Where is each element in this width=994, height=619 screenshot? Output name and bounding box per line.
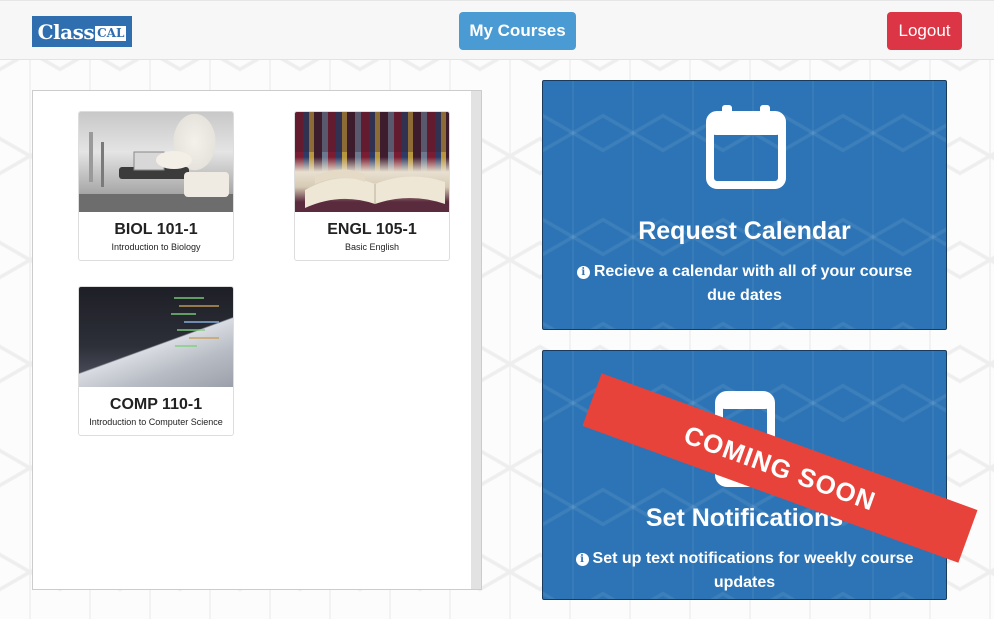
logo-box-text: CAL <box>95 25 127 41</box>
course-image-laptop <box>79 287 233 387</box>
course-list-panel: BIOL 101-1 Introduction to Biology ENGL … <box>32 90 482 590</box>
course-card-comp[interactable]: COMP 110-1 Introduction to Computer Scie… <box>78 286 234 436</box>
request-calendar-title: Request Calendar <box>638 217 851 245</box>
set-notifications-description-text: Set up text notifications for weekly cou… <box>592 550 914 591</box>
logout-button[interactable]: Logout <box>887 12 962 50</box>
course-image-laboratory <box>79 112 233 212</box>
course-code: BIOL 101-1 <box>114 221 198 238</box>
course-card-biol[interactable]: BIOL 101-1 Introduction to Biology <box>78 111 234 261</box>
calendar-icon <box>706 105 786 189</box>
navbar: Class CAL My Courses Logout <box>0 0 994 60</box>
course-name: Introduction to Biology <box>111 242 201 252</box>
classcal-logo[interactable]: Class CAL <box>32 16 132 47</box>
set-notifications-description: i Set up text notifications for weekly co… <box>543 547 946 595</box>
course-code: COMP 110-1 <box>109 396 203 413</box>
course-name: Basic English <box>344 242 400 252</box>
request-calendar-description: i Recieve a calendar with all of your cou… <box>543 260 946 308</box>
request-calendar-description-text: Recieve a calendar with all of your cour… <box>593 263 913 304</box>
my-courses-button[interactable]: My Courses <box>459 12 576 50</box>
course-name: Introduction to Computer Science <box>89 417 223 427</box>
course-image-book <box>295 112 449 212</box>
info-icon: i <box>575 553 589 566</box>
info-icon: i <box>576 266 590 279</box>
course-card-engl[interactable]: ENGL 105-1 Basic English <box>294 111 450 261</box>
logo-text: Class <box>37 19 95 44</box>
course-code: ENGL 105-1 <box>327 221 417 238</box>
request-calendar-card[interactable]: Request Calendar i Recieve a calendar wit… <box>542 80 947 330</box>
course-panel-scrollbar[interactable] <box>471 91 481 589</box>
